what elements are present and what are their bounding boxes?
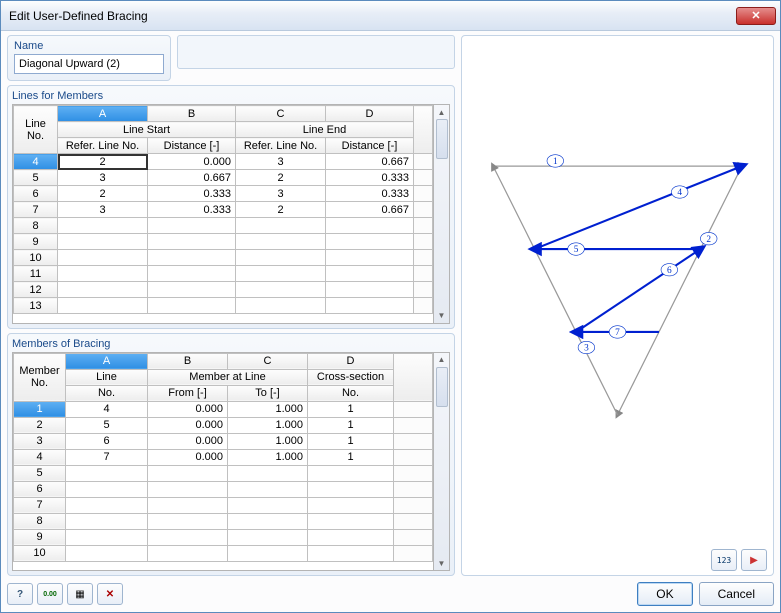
right-column: 1 2 3 4 5 6 7 123 ▶ — [461, 35, 774, 576]
lines-table[interactable]: Line No. A B C D Line Start Line End — [12, 104, 434, 324]
svg-text:4: 4 — [677, 188, 682, 198]
table-row[interactable]: 8 — [14, 513, 433, 529]
table-row[interactable]: 730.33320.667 — [14, 202, 433, 218]
scroll-thumb[interactable] — [436, 119, 448, 159]
lines-scrollbar[interactable]: ▲ ▼ — [434, 104, 450, 324]
col-A[interactable]: A — [58, 106, 148, 122]
bottom-bar: ? 0.00 ▦ ✕ OK Cancel — [7, 576, 774, 606]
hdr-line-start[interactable]: Line Start — [58, 122, 236, 138]
delete-icon: ✕ — [106, 589, 114, 600]
name-spacer-panel — [177, 35, 455, 69]
mcol-A[interactable]: A — [66, 353, 148, 369]
hdr-csno[interactable]: No. — [308, 385, 394, 401]
table-row[interactable]: 11 — [14, 266, 433, 282]
dialog-window: Edit User-Defined Bracing ✕ Name Lines f… — [0, 0, 781, 613]
members-table[interactable]: Member No. A B C D Line Member at Line — [12, 352, 434, 572]
left-column: Name Lines for Members Line No. — [7, 35, 455, 576]
table-row[interactable]: 5 — [14, 465, 433, 481]
window-title: Edit User-Defined Bracing — [9, 9, 148, 23]
svg-text:3: 3 — [584, 344, 589, 354]
hdr-dist-1[interactable]: Distance [-] — [148, 138, 236, 154]
values-icon: 123 — [717, 556, 731, 565]
scroll-up-icon[interactable]: ▲ — [435, 105, 449, 119]
table-row[interactable]: 8 — [14, 218, 433, 234]
help-button[interactable]: ? — [7, 583, 33, 605]
table-row[interactable]: 6 — [14, 481, 433, 497]
hdr-line[interactable]: Line — [66, 369, 148, 385]
table-row[interactable]: 530.66720.333 — [14, 170, 433, 186]
dialog-content: Name Lines for Members Line No. — [1, 31, 780, 612]
table-row[interactable]: 250.0001.0001 — [14, 417, 433, 433]
name-group: Name — [7, 35, 171, 81]
mcol-C[interactable]: C — [228, 353, 308, 369]
table-row[interactable]: 13 — [14, 298, 433, 314]
mcol-D[interactable]: D — [308, 353, 394, 369]
members-group: Members of Bracing Member No. A B C D — [7, 333, 455, 577]
lines-title: Lines for Members — [12, 90, 450, 102]
scroll-thumb[interactable] — [436, 367, 448, 407]
table-row[interactable]: 12 — [14, 282, 433, 298]
table-row[interactable]: 7 — [14, 497, 433, 513]
table-row[interactable]: 10 — [14, 250, 433, 266]
units-button[interactable]: 0.00 — [37, 583, 63, 605]
svg-text:2: 2 — [706, 235, 711, 245]
calc-button[interactable]: ▦ — [67, 583, 93, 605]
table-row[interactable]: 4 2 0.000 3 0.667 — [14, 154, 433, 170]
svg-text:1: 1 — [553, 157, 558, 167]
hdr-member-no[interactable]: Member No. — [14, 353, 66, 401]
bracing-diagram: 1 2 3 4 5 6 7 — [462, 36, 773, 545]
svg-text:5: 5 — [574, 245, 579, 255]
close-button[interactable]: ✕ — [736, 7, 776, 25]
table-row[interactable]: 470.0001.0001 — [14, 449, 433, 465]
delete-button[interactable]: ✕ — [97, 583, 123, 605]
show-values-button[interactable]: 123 — [711, 549, 737, 571]
ok-button[interactable]: OK — [637, 582, 692, 606]
hdr-line-no[interactable]: Line No. — [14, 106, 58, 154]
help-icon: ? — [17, 589, 23, 600]
lines-group: Lines for Members Line No. A B C D — [7, 85, 455, 329]
table-row[interactable]: 620.33330.333 — [14, 186, 433, 202]
scroll-up-icon[interactable]: ▲ — [435, 353, 449, 367]
hdr-refer-2[interactable]: Refer. Line No. — [236, 138, 326, 154]
titlebar: Edit User-Defined Bracing ✕ — [1, 1, 780, 31]
hdr-line-no2[interactable]: No. — [66, 385, 148, 401]
hdr-cross[interactable]: Cross-section — [308, 369, 394, 385]
members-title: Members of Bracing — [12, 338, 450, 350]
table-row[interactable]: 9 — [14, 234, 433, 250]
play-button[interactable]: ▶ — [741, 549, 767, 571]
preview-panel: 1 2 3 4 5 6 7 123 ▶ — [461, 35, 774, 576]
table-row[interactable]: 10 — [14, 545, 433, 561]
svg-text:7: 7 — [615, 328, 620, 338]
hdr-from[interactable]: From [-] — [148, 385, 228, 401]
scroll-down-icon[interactable]: ▼ — [435, 556, 449, 570]
hdr-to[interactable]: To [-] — [228, 385, 308, 401]
table-row[interactable]: 9 — [14, 529, 433, 545]
col-B[interactable]: B — [148, 106, 236, 122]
svg-text:6: 6 — [667, 266, 672, 276]
name-row: Name — [7, 35, 455, 81]
name-input[interactable] — [14, 54, 164, 74]
cancel-button[interactable]: Cancel — [699, 582, 774, 606]
close-icon: ✕ — [751, 9, 760, 22]
top-area: Name Lines for Members Line No. — [7, 35, 774, 576]
members-scrollbar[interactable]: ▲ ▼ — [434, 352, 450, 572]
hdr-refer-1[interactable]: Refer. Line No. — [58, 138, 148, 154]
table-row[interactable]: 140.0001.0001 — [14, 401, 433, 417]
play-icon: ▶ — [750, 555, 758, 566]
col-D[interactable]: D — [326, 106, 414, 122]
table-row[interactable]: 360.0001.0001 — [14, 433, 433, 449]
name-label: Name — [14, 40, 164, 52]
calc-icon: ▦ — [75, 589, 84, 600]
mcol-B[interactable]: B — [148, 353, 228, 369]
hdr-dist-2[interactable]: Distance [-] — [326, 138, 414, 154]
col-C[interactable]: C — [236, 106, 326, 122]
hdr-member-at-line[interactable]: Member at Line — [148, 369, 308, 385]
hdr-line-end[interactable]: Line End — [236, 122, 414, 138]
units-icon: 0.00 — [43, 591, 57, 598]
scroll-down-icon[interactable]: ▼ — [435, 309, 449, 323]
